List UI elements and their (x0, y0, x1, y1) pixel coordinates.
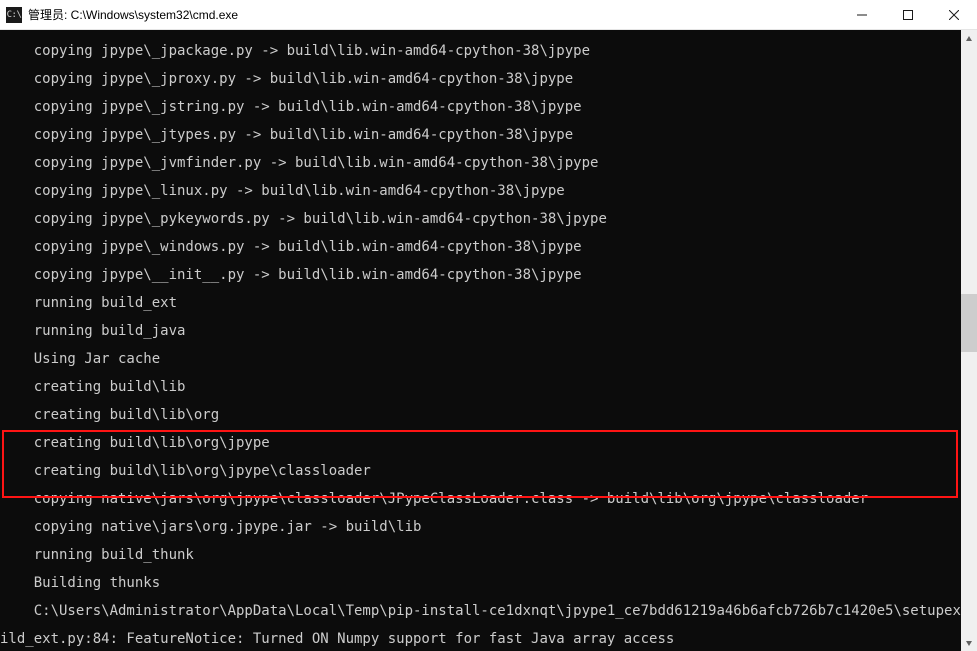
output-line: Using Jar cache (0, 352, 977, 366)
titlebar[interactable]: C:\ 管理员: C:\Windows\system32\cmd.exe (0, 0, 977, 30)
output-line: copying jpype\_jvmfinder.py -> build\lib… (0, 156, 977, 170)
output-line: copying jpype\_jpackage.py -> build\lib.… (0, 44, 977, 58)
output-line: copying jpype\_jproxy.py -> build\lib.wi… (0, 72, 977, 86)
output-line: copying jpype\_jtypes.py -> build\lib.wi… (0, 128, 977, 142)
output-line: running build_thunk (0, 548, 977, 562)
cmd-icon: C:\ (6, 7, 22, 23)
output-line: copying native\jars\org.jpype.jar -> bui… (0, 520, 977, 534)
output-line: copying jpype\_windows.py -> build\lib.w… (0, 240, 977, 254)
output-line: creating build\lib (0, 380, 977, 394)
minimize-button[interactable] (839, 0, 885, 29)
output-line: copying jpype\__init__.py -> build\lib.w… (0, 268, 977, 282)
output-line: running build_java (0, 324, 977, 338)
output-line: creating build\lib\org\jpype\classloader (0, 464, 977, 478)
output-line: Building thunks (0, 576, 977, 590)
window-title: 管理员: C:\Windows\system32\cmd.exe (28, 6, 839, 23)
output-line: creating build\lib\org\jpype (0, 436, 977, 450)
output-line: running build_ext (0, 296, 977, 310)
scroll-track[interactable] (961, 47, 977, 634)
vertical-scrollbar[interactable] (961, 30, 977, 651)
output-line: copying native\jars\org\jpype\classloade… (0, 492, 977, 506)
output-line: creating build\lib\org (0, 408, 977, 422)
close-button[interactable] (931, 0, 977, 29)
output-line: C:\Users\Administrator\AppData\Local\Tem… (0, 604, 977, 618)
output-line: copying jpype\_jstring.py -> build\lib.w… (0, 100, 977, 114)
output-line: ild_ext.py:84: FeatureNotice: Turned ON … (0, 632, 977, 646)
maximize-button[interactable] (885, 0, 931, 29)
output-line: copying jpype\_pykeywords.py -> build\li… (0, 212, 977, 226)
window-controls (839, 0, 977, 29)
terminal-output[interactable]: copying jpype\_jpackage.py -> build\lib.… (0, 30, 977, 651)
scroll-up-button[interactable] (961, 30, 977, 47)
output-line: copying jpype\_linux.py -> build\lib.win… (0, 184, 977, 198)
scroll-thumb[interactable] (961, 294, 977, 353)
scroll-down-button[interactable] (961, 634, 977, 651)
